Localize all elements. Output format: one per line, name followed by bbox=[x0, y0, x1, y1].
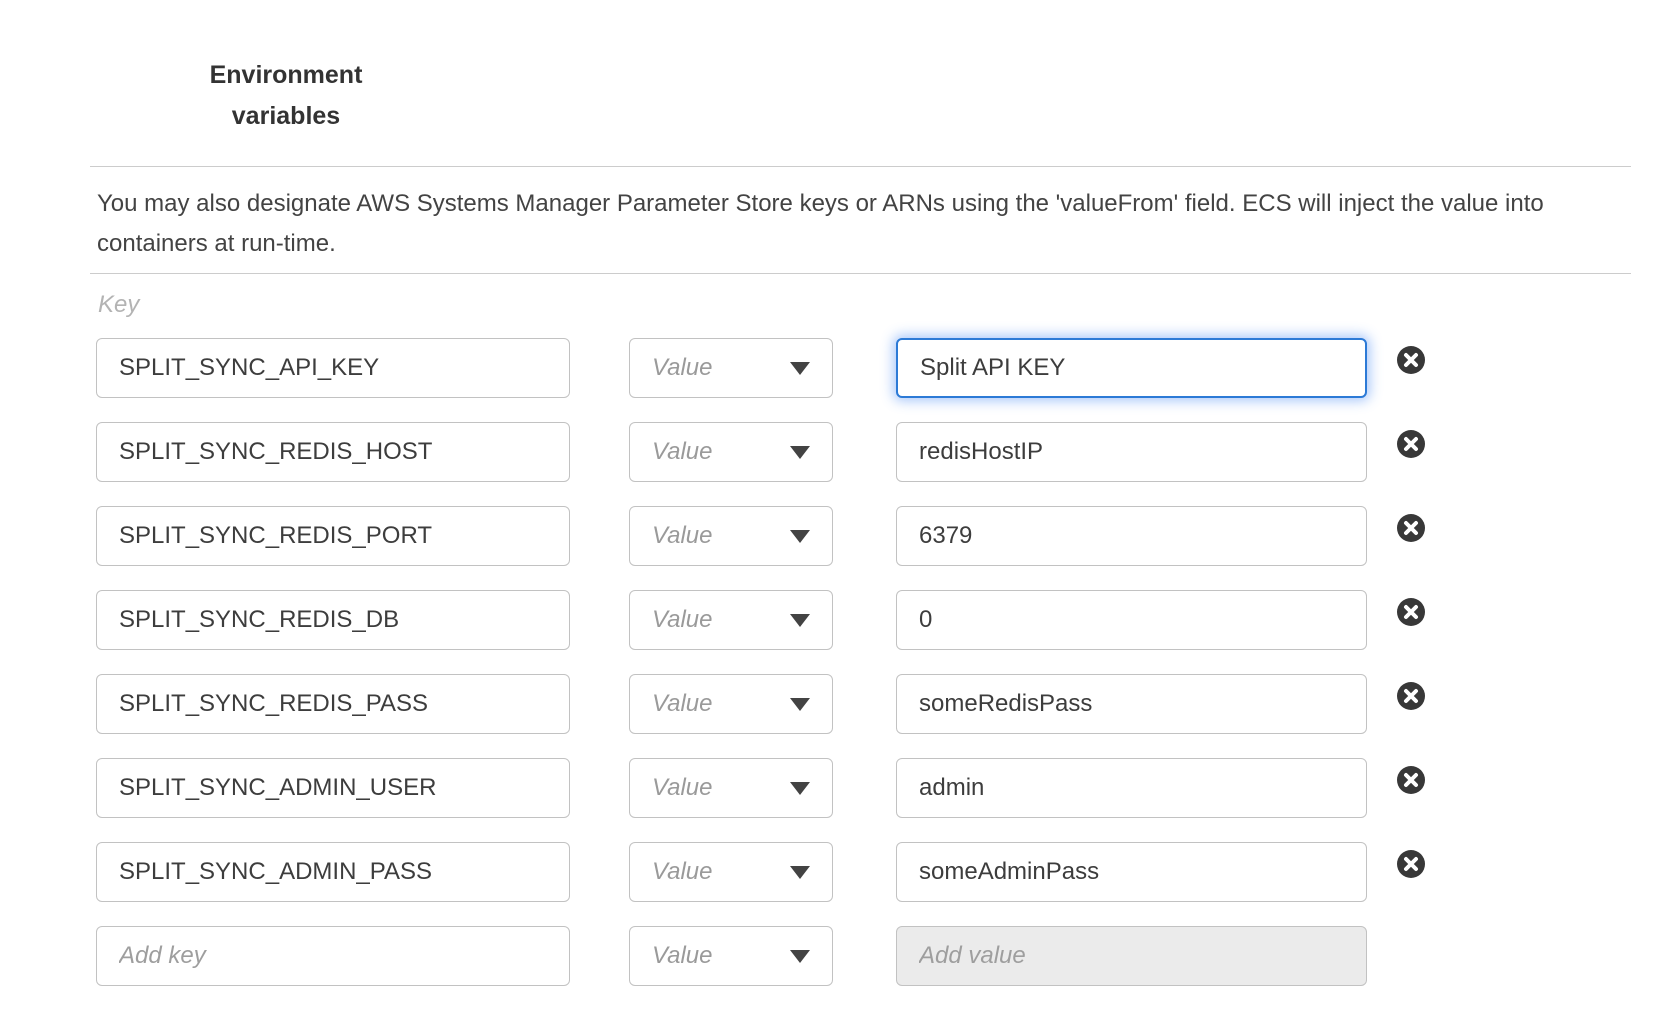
value-type-select[interactable]: Value bbox=[629, 842, 833, 902]
value-type-select[interactable]: Value bbox=[629, 674, 833, 734]
remove-row-button[interactable] bbox=[1397, 682, 1425, 710]
env-variable-row: Value bbox=[96, 842, 1425, 902]
key-column-label: Key bbox=[98, 291, 139, 319]
env-key-input[interactable] bbox=[96, 674, 570, 734]
top-divider bbox=[90, 166, 1631, 167]
x-circle-icon bbox=[1397, 766, 1425, 794]
env-value-input[interactable] bbox=[896, 590, 1367, 650]
caret-down-icon bbox=[790, 446, 810, 459]
env-variable-row: Value bbox=[96, 674, 1425, 734]
value-type-label: Value bbox=[652, 522, 713, 550]
x-circle-icon bbox=[1397, 850, 1425, 878]
value-type-select[interactable]: Value bbox=[629, 506, 833, 566]
add-value-input[interactable] bbox=[896, 926, 1367, 986]
value-type-label: Value bbox=[652, 606, 713, 634]
value-type-select[interactable]: Value bbox=[629, 926, 833, 986]
section-divider bbox=[90, 273, 1631, 274]
value-type-select[interactable]: Value bbox=[629, 338, 833, 398]
x-circle-icon bbox=[1397, 514, 1425, 542]
env-value-input[interactable] bbox=[896, 338, 1367, 398]
remove-row-button[interactable] bbox=[1397, 430, 1425, 458]
env-variable-row: Value bbox=[96, 506, 1425, 566]
environment-variables-section: Environment variables You may also desig… bbox=[0, 0, 1678, 1018]
remove-row-button[interactable] bbox=[1397, 598, 1425, 626]
x-circle-icon bbox=[1397, 682, 1425, 710]
remove-row-button[interactable] bbox=[1397, 346, 1425, 374]
env-value-input[interactable] bbox=[896, 422, 1367, 482]
env-value-input[interactable] bbox=[896, 842, 1367, 902]
caret-down-icon bbox=[790, 530, 810, 543]
env-key-input[interactable] bbox=[96, 506, 570, 566]
env-value-input[interactable] bbox=[896, 674, 1367, 734]
env-value-input[interactable] bbox=[896, 758, 1367, 818]
value-type-label: Value bbox=[652, 858, 713, 886]
caret-down-icon bbox=[790, 782, 810, 795]
value-type-label: Value bbox=[652, 942, 713, 970]
environment-variables-label: Environment variables bbox=[186, 55, 386, 137]
value-type-select[interactable]: Value bbox=[629, 422, 833, 482]
environment-variables-description: You may also designate AWS Systems Manag… bbox=[97, 184, 1642, 264]
caret-down-icon bbox=[790, 950, 810, 963]
value-type-label: Value bbox=[652, 690, 713, 718]
env-variable-rows: Value Value bbox=[96, 338, 1425, 1010]
value-type-label: Value bbox=[652, 354, 713, 382]
value-type-select[interactable]: Value bbox=[629, 758, 833, 818]
env-key-input[interactable] bbox=[96, 422, 570, 482]
env-key-input[interactable] bbox=[96, 338, 570, 398]
caret-down-icon bbox=[790, 866, 810, 879]
env-variable-row: Value bbox=[96, 758, 1425, 818]
value-type-label: Value bbox=[652, 438, 713, 466]
caret-down-icon bbox=[790, 362, 810, 375]
env-variable-row: Value bbox=[96, 422, 1425, 482]
remove-row-button[interactable] bbox=[1397, 850, 1425, 878]
env-key-input[interactable] bbox=[96, 590, 570, 650]
add-key-input[interactable] bbox=[96, 926, 570, 986]
env-key-input[interactable] bbox=[96, 842, 570, 902]
remove-row-button[interactable] bbox=[1397, 514, 1425, 542]
value-type-label: Value bbox=[652, 774, 713, 802]
env-variable-row: Value bbox=[96, 926, 1425, 986]
env-variable-row: Value bbox=[96, 338, 1425, 398]
caret-down-icon bbox=[790, 614, 810, 627]
env-value-input[interactable] bbox=[896, 506, 1367, 566]
remove-row-button[interactable] bbox=[1397, 766, 1425, 794]
x-circle-icon bbox=[1397, 598, 1425, 626]
value-type-select[interactable]: Value bbox=[629, 590, 833, 650]
env-key-input[interactable] bbox=[96, 758, 570, 818]
caret-down-icon bbox=[790, 698, 810, 711]
x-circle-icon bbox=[1397, 346, 1425, 374]
env-variable-row: Value bbox=[96, 590, 1425, 650]
x-circle-icon bbox=[1397, 430, 1425, 458]
